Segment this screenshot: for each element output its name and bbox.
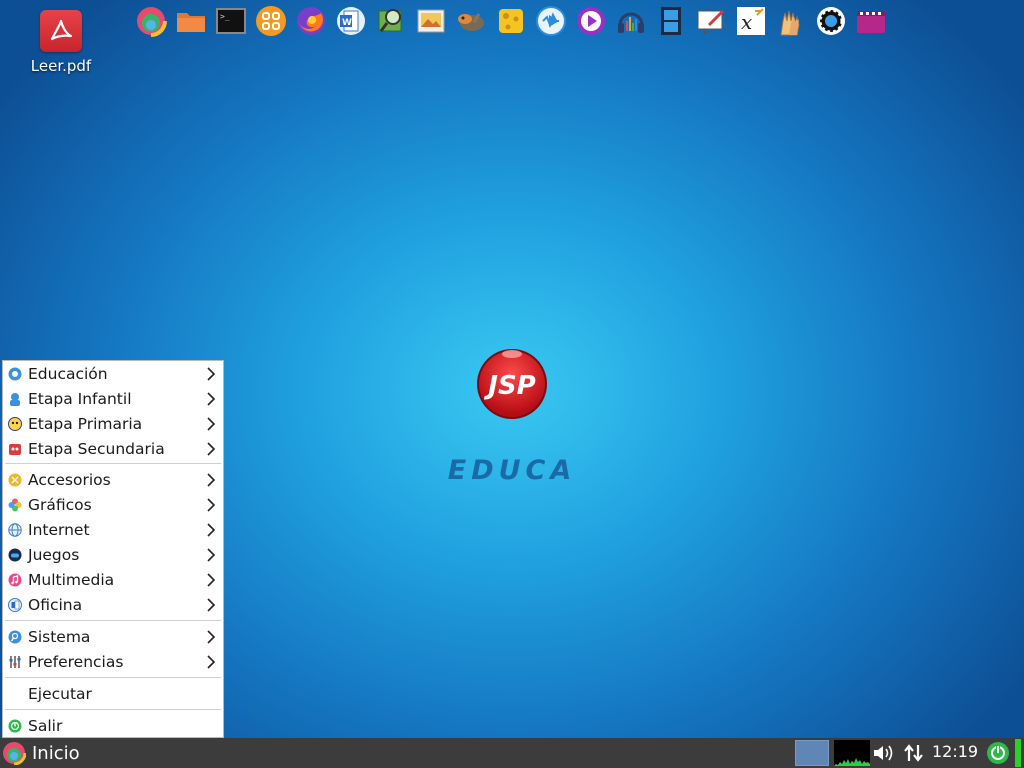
chevron-right-icon [207, 366, 216, 381]
menu-item-etapa-infantil[interactable]: Etapa Infantil [3, 386, 223, 411]
menu-item-salir[interactable]: Salir [3, 713, 223, 738]
menu-item-multimedia[interactable]: Multimedia [3, 567, 223, 592]
svg-text:W: W [342, 18, 352, 28]
menu-item-etapa-primaria[interactable]: Etapa Primaria [3, 411, 223, 436]
firefox-icon[interactable] [294, 4, 328, 38]
app-grid-icon[interactable] [254, 4, 288, 38]
jsp-logo-icon: JSP [477, 349, 547, 419]
infantil-icon [7, 391, 23, 407]
cpu-monitor-graph [834, 740, 870, 766]
menu-item-graficos[interactable]: Gráficos [3, 492, 223, 517]
chevron-right-icon [207, 472, 216, 487]
cheese-icon[interactable] [494, 4, 528, 38]
chevron-right-icon [207, 522, 216, 537]
logout-power-icon[interactable] [986, 741, 1010, 765]
headphones-icon[interactable] [614, 4, 648, 38]
educa-logo-text: EDUCA [447, 455, 577, 486]
office-icon [7, 597, 23, 613]
math-editor-icon[interactable]: x [734, 4, 768, 38]
svg-text:x: x [741, 10, 752, 34]
menu-item-label: Educación [28, 364, 108, 383]
menu-item-sistema[interactable]: Sistema [3, 624, 223, 649]
multicolor-ring-icon[interactable] [134, 4, 168, 38]
chevron-right-icon [207, 572, 216, 587]
desktop: Leer.pdf >_ W x JSP EDUCA Educación Etap… [0, 0, 1024, 738]
menu-item-label: Gráficos [28, 495, 92, 514]
menu-item-label: Multimedia [28, 570, 115, 589]
volume-icon[interactable] [872, 743, 896, 763]
menu-item-label: Preferencias [28, 652, 124, 671]
chevron-right-icon [207, 654, 216, 669]
clock[interactable]: 12:19 [932, 738, 978, 768]
education-icon [7, 366, 23, 382]
menu-item-label: Juegos [28, 545, 80, 564]
system-icon [7, 629, 23, 645]
menu-item-juegos[interactable]: Juegos [3, 542, 223, 567]
menu-item-label: Oficina [28, 595, 83, 614]
film-icon[interactable] [854, 4, 888, 38]
image-viewer-icon[interactable] [414, 4, 448, 38]
chevron-right-icon [207, 629, 216, 644]
chevron-right-icon [207, 597, 216, 612]
start-button-label: Inicio [32, 742, 80, 764]
secundaria-icon [7, 441, 23, 457]
menu-separator [5, 677, 221, 678]
menu-item-label: Ejecutar [28, 684, 92, 703]
word-processor-icon[interactable]: W [334, 4, 368, 38]
menu-item-label: Etapa Infantil [28, 389, 132, 408]
app-dock: >_ W x [134, 4, 888, 38]
whiteboard-icon[interactable] [694, 4, 728, 38]
hands-icon[interactable] [774, 4, 808, 38]
menu-separator [5, 709, 221, 710]
start-menu: Educación Etapa Infantil Etapa Primaria … [2, 360, 224, 738]
primaria-icon [7, 416, 23, 432]
image-search-icon[interactable] [374, 4, 408, 38]
menu-item-ejecutar[interactable]: Ejecutar [3, 681, 223, 706]
workspace-pager[interactable] [795, 740, 829, 766]
chevron-right-icon [207, 441, 216, 456]
desktop-file-leer-pdf[interactable]: Leer.pdf [22, 10, 100, 82]
menu-item-oficina[interactable]: Oficina [3, 592, 223, 617]
menu-item-label: Accesorios [28, 470, 111, 489]
pdf-icon [40, 10, 82, 52]
chevron-right-icon [207, 416, 216, 431]
menu-item-label: Etapa Primaria [28, 414, 143, 433]
menu-item-educacion[interactable]: Educación [3, 361, 223, 386]
games-icon [7, 547, 23, 563]
internet-icon [7, 522, 23, 538]
desktop-file-label: Leer.pdf [30, 57, 92, 75]
menu-separator [5, 620, 221, 621]
exit-icon [7, 718, 23, 734]
folder-icon[interactable] [174, 4, 208, 38]
menu-item-etapa-secundaria[interactable]: Etapa Secundaria [3, 436, 223, 461]
chevron-right-icon [207, 391, 216, 406]
svg-text:>_: >_ [220, 12, 230, 21]
multimedia-icon [7, 572, 23, 588]
chevron-right-icon [207, 497, 216, 512]
accessories-icon [7, 472, 23, 488]
video-editor-icon[interactable] [654, 4, 688, 38]
menu-item-label: Salir [28, 716, 63, 735]
graphics-icon [7, 497, 23, 513]
chevron-right-icon [207, 547, 216, 562]
gimp-icon[interactable] [454, 4, 488, 38]
status-indicator [1015, 739, 1021, 767]
menu-item-preferencias[interactable]: Preferencias [3, 649, 223, 674]
settings-gear-icon[interactable] [814, 4, 848, 38]
network-arrows-icon[interactable] [903, 743, 925, 763]
audio-player-icon[interactable] [534, 4, 568, 38]
taskbar: Inicio 12:19 [0, 738, 1024, 768]
menu-item-accesorios[interactable]: Accesorios [3, 467, 223, 492]
start-button[interactable]: Inicio [2, 738, 92, 768]
menu-item-label: Internet [28, 520, 90, 539]
media-player-icon[interactable] [574, 4, 608, 38]
menu-item-internet[interactable]: Internet [3, 517, 223, 542]
menu-item-label: Sistema [28, 627, 91, 646]
menu-separator [5, 463, 221, 464]
start-menu-icon [2, 741, 26, 765]
menu-item-label: Etapa Secundaria [28, 439, 165, 458]
jsp-logo-text: JSP [483, 371, 535, 401]
preferences-icon [7, 654, 23, 670]
terminal-icon[interactable]: >_ [214, 4, 248, 38]
